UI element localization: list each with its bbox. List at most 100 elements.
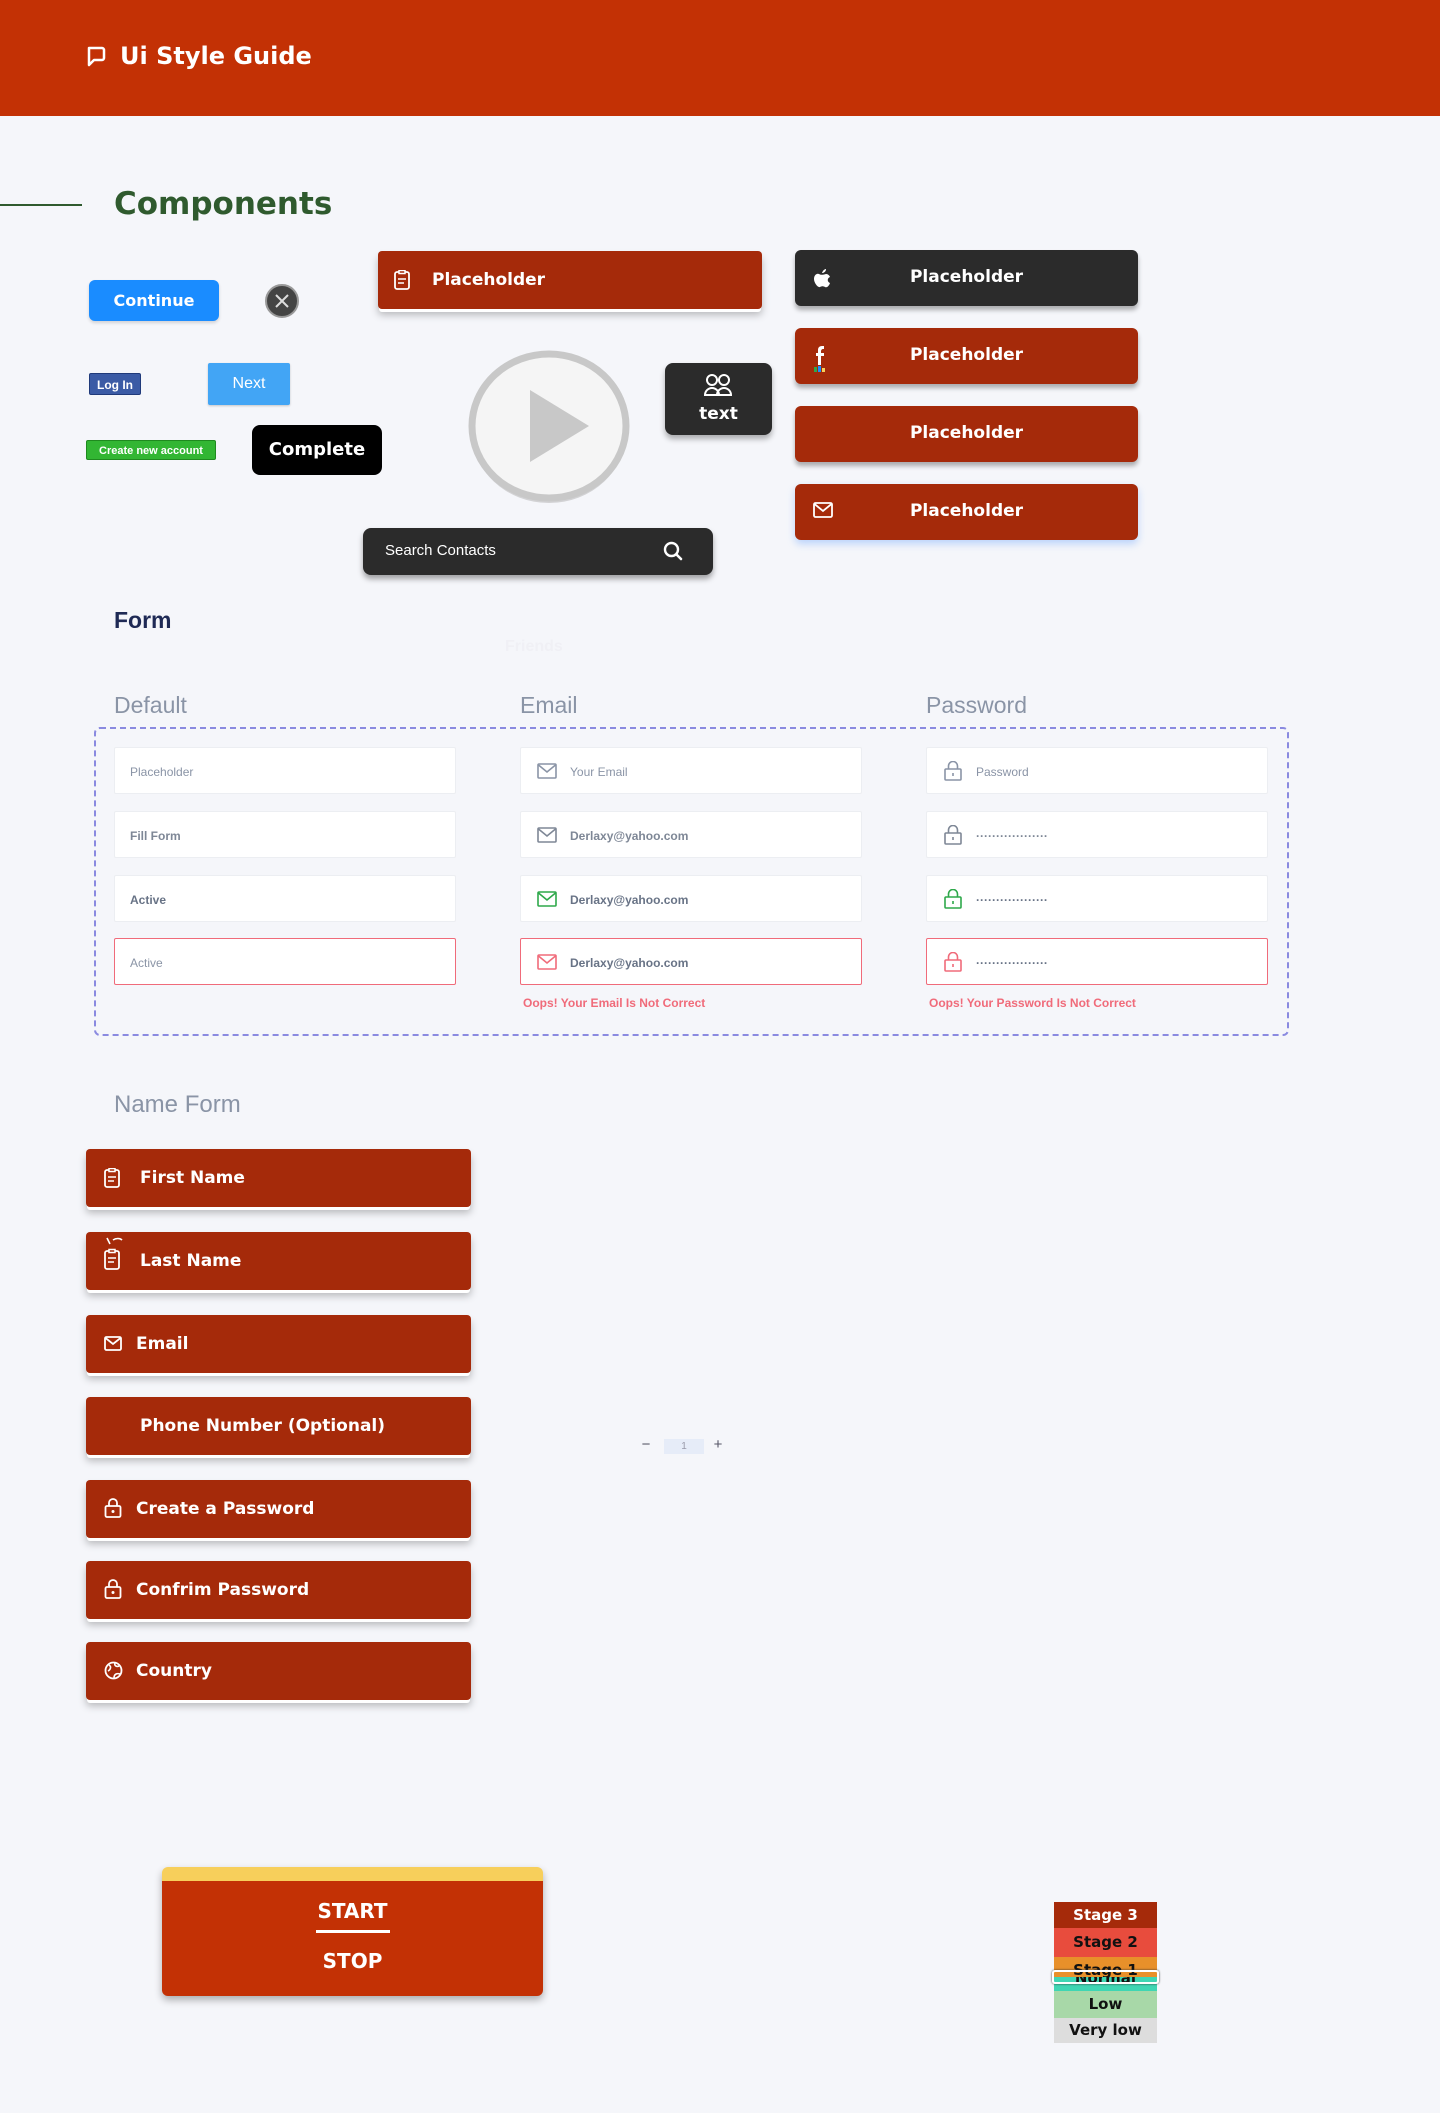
- stage-3-level[interactable]: Stage 3: [1054, 1902, 1157, 1928]
- password-field[interactable]: Password: [926, 747, 1268, 794]
- confirm-password-field[interactable]: Confrim Password: [86, 1561, 471, 1619]
- search-placeholder: Search Contacts: [385, 542, 496, 559]
- field-placeholder: Your Email: [570, 765, 628, 779]
- next-button[interactable]: Next: [208, 363, 290, 405]
- search-input[interactable]: Search Contacts: [363, 528, 713, 575]
- country-field[interactable]: Country: [86, 1642, 471, 1700]
- lock-icon: [104, 1498, 122, 1518]
- close-button[interactable]: [265, 284, 299, 318]
- email-field-error[interactable]: Derlaxy@yahoo.com: [520, 938, 862, 985]
- field-label: Last Name: [140, 1251, 242, 1271]
- phone-number-field[interactable]: Phone Number (Optional): [86, 1397, 471, 1455]
- placeholder-label: Placeholder: [909, 423, 1024, 443]
- field-label: Phone Number (Optional): [140, 1416, 386, 1436]
- default-column-title: Default: [114, 692, 187, 718]
- mail-icon: [537, 954, 557, 970]
- field-value: Active: [130, 956, 163, 970]
- facebook-placeholder-button[interactable]: Placeholder: [795, 328, 1138, 384]
- group-icon: [703, 374, 733, 396]
- play-icon[interactable]: [467, 350, 631, 505]
- stage-2-level[interactable]: Stage 2: [1054, 1928, 1157, 1957]
- create-account-button[interactable]: Create new account: [86, 440, 216, 460]
- chat-bubble-icon: [87, 46, 106, 67]
- mail-placeholder-button[interactable]: Placeholder: [795, 484, 1138, 540]
- close-icon: [275, 294, 289, 308]
- default-field-error[interactable]: Active: [114, 938, 456, 985]
- section-divider: [0, 204, 82, 206]
- app-title: Ui Style Guide: [120, 42, 312, 70]
- very-low-level[interactable]: Very low: [1054, 2018, 1157, 2043]
- password-field-error[interactable]: ··················: [926, 938, 1268, 985]
- mail-icon: [104, 1336, 122, 1351]
- lock-icon: [104, 1579, 122, 1599]
- stepper-value[interactable]: 1: [664, 1439, 704, 1454]
- placeholder-label: Placeholder: [909, 501, 1024, 521]
- start-stop-panel: START STOP: [162, 1867, 543, 1996]
- placeholder-label: Placeholder: [432, 270, 546, 290]
- name-form-heading: Name Form: [114, 1091, 241, 1118]
- continue-button[interactable]: Continue: [89, 280, 219, 321]
- email-field[interactable]: Your Email: [520, 747, 862, 794]
- email-field[interactable]: Email: [86, 1315, 471, 1373]
- last-name-field[interactable]: Last Name: [86, 1232, 471, 1290]
- start-button[interactable]: START: [162, 1899, 543, 1923]
- field-placeholder: Password: [976, 765, 1029, 779]
- field-value: Fill Form: [130, 829, 181, 843]
- divider: [316, 1930, 390, 1933]
- email-column-title: Email: [520, 692, 578, 718]
- create-password-field[interactable]: Create a Password: [86, 1480, 471, 1538]
- field-value: Derlaxy@yahoo.com: [570, 829, 689, 843]
- email-error-message: Oops! Your Email Is Not Correct: [523, 996, 706, 1010]
- login-button[interactable]: Log In: [89, 373, 141, 395]
- field-value: Derlaxy@yahoo.com: [570, 956, 689, 970]
- components-heading: Components: [114, 186, 333, 222]
- apple-placeholder-button[interactable]: Placeholder: [795, 250, 1138, 306]
- password-column-title: Password: [926, 692, 1027, 718]
- clipboard-icon: [394, 270, 410, 290]
- field-label: Confrim Password: [136, 1580, 310, 1600]
- decrement-button[interactable]: −: [632, 1436, 660, 1456]
- placeholder-label: Placeholder: [909, 267, 1024, 287]
- mail-icon: [537, 891, 557, 907]
- field-value: Derlaxy@yahoo.com: [570, 893, 689, 907]
- field-value: ··················: [976, 829, 1048, 843]
- quantity-stepper: − 1 +: [632, 1436, 736, 1456]
- globe-icon: [104, 1661, 123, 1680]
- group-tile[interactable]: text: [665, 363, 772, 435]
- default-field-active[interactable]: Active: [114, 875, 456, 922]
- default-field-filled[interactable]: Fill Form: [114, 811, 456, 858]
- mail-icon: [537, 827, 557, 843]
- lock-icon: [944, 889, 962, 909]
- field-label: Create a Password: [136, 1499, 315, 1519]
- password-field-filled[interactable]: ··················: [926, 811, 1268, 858]
- stop-button[interactable]: STOP: [162, 1949, 543, 1973]
- placeholder-button[interactable]: Placeholder: [795, 406, 1138, 462]
- field-label: Email: [136, 1334, 189, 1354]
- field-value: ··················: [976, 893, 1048, 907]
- low-level[interactable]: Low: [1054, 1991, 1157, 2018]
- password-field-active[interactable]: ··················: [926, 875, 1268, 922]
- field-value: Active: [130, 893, 167, 907]
- field-placeholder: Placeholder: [130, 765, 194, 779]
- field-label: First Name: [140, 1168, 245, 1188]
- app-header: Ui Style Guide: [0, 0, 1440, 116]
- level-selector[interactable]: [1052, 1970, 1159, 1984]
- lock-icon: [944, 952, 962, 972]
- email-field-active[interactable]: Derlaxy@yahoo.com: [520, 875, 862, 922]
- field-label: Country: [136, 1661, 212, 1681]
- increment-button[interactable]: +: [704, 1436, 732, 1456]
- clipboard-check-icon: [104, 1237, 123, 1270]
- placeholder-label: Placeholder: [909, 345, 1024, 365]
- email-field-filled[interactable]: Derlaxy@yahoo.com: [520, 811, 862, 858]
- mail-icon: [537, 763, 557, 779]
- default-field[interactable]: Placeholder: [114, 747, 456, 794]
- placeholder-button[interactable]: Placeholder: [378, 251, 762, 309]
- friends-label: Friends: [505, 638, 563, 655]
- tile-label: text: [699, 404, 738, 424]
- form-heading: Form: [114, 607, 172, 633]
- search-icon[interactable]: [663, 541, 683, 561]
- complete-button[interactable]: Complete: [252, 425, 382, 475]
- first-name-field[interactable]: First Name: [86, 1149, 471, 1207]
- field-value: ··················: [976, 956, 1048, 970]
- lock-icon: [944, 825, 962, 845]
